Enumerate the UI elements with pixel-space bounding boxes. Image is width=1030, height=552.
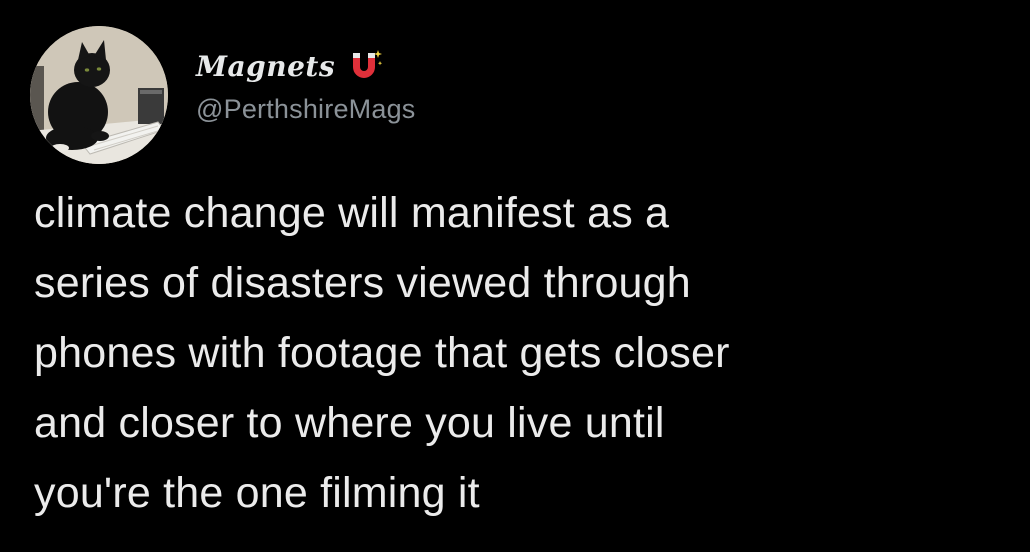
tweet-text-line: and closer to where you live until <box>34 399 665 447</box>
tweet-text-line: you're the one filming it <box>34 469 480 517</box>
tweet-text-line: series of disasters viewed through <box>34 259 691 307</box>
name-row: Magnets <box>196 44 416 88</box>
author-info: Magnets @PerthshireMags <box>196 44 416 125</box>
magnet-icon <box>345 49 383 83</box>
tweet-text-line: phones with footage that gets closer <box>34 329 730 377</box>
tweet-text: climate change will manifest as a series… <box>34 178 994 528</box>
display-name[interactable]: Magnets <box>196 50 335 83</box>
black-cat-avatar-image <box>30 26 168 164</box>
user-handle[interactable]: @PerthshireMags <box>196 94 416 125</box>
tweet-text-line: climate change will manifest as a <box>34 189 670 237</box>
tweet-card: Magnets @PerthshireMags climate change w… <box>0 0 1030 552</box>
avatar[interactable] <box>30 26 168 164</box>
